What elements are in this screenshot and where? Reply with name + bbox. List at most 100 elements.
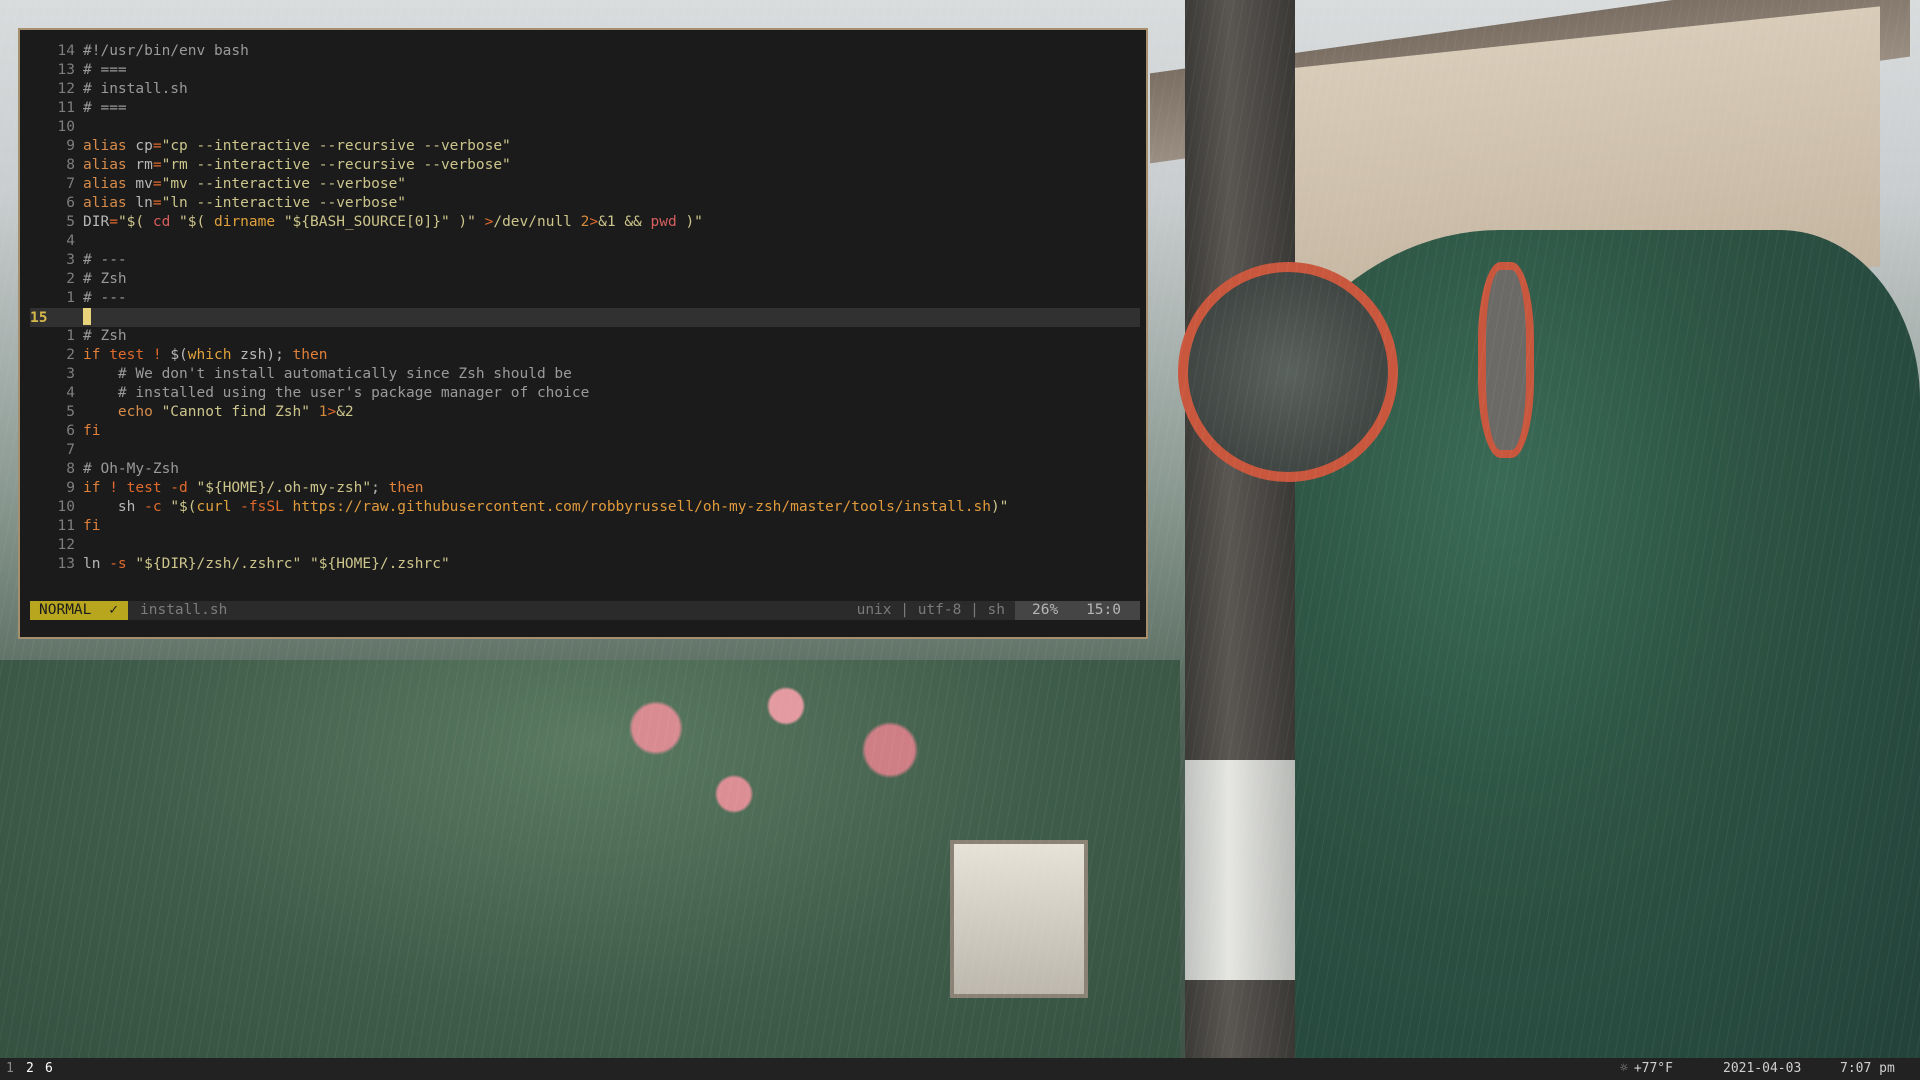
line-number: 1 [66,328,75,344]
code-token: /dev/null [493,214,581,230]
code-token: "$( [117,214,153,230]
code-line[interactable]: 1 # --- [30,289,127,308]
code-line[interactable]: 11 # === [30,99,127,118]
system-status-bar: 1 2 6 ☼ +77°F 2021-04-03 7:07 pm [0,1058,1920,1080]
line-code: # === [75,99,127,118]
line-code: ln -s "${DIR}/zsh/.zshrc" "${HOME}/.zshr… [75,555,450,574]
code-token: # Zsh [83,328,127,344]
mode-label: NORMAL [39,602,92,618]
terminal-window[interactable]: 14 #!/usr/bin/env bash 13 # === 12 # install.… [18,28,1148,639]
line-code: # installed using the user's package man… [75,384,589,403]
line-code: fi [75,517,100,536]
line-code: # --- [75,251,127,270]
code-token: ; [371,480,389,496]
line-number: 4 [66,385,75,401]
code-token: if [83,347,110,363]
code-token: "rm --interactive --recursive --verbose" [161,157,511,173]
code-token: test ! [109,347,171,363]
code-line[interactable]: 7 [30,441,83,460]
line-number: 4 [66,233,75,249]
code-token: # --- [83,252,127,268]
code-line[interactable]: 1 # Zsh [30,327,127,346]
line-code: if test ! $(which zsh); then [75,346,327,365]
sun-icon: ☼ [1620,1061,1628,1076]
check-icon: ✓ [109,602,118,618]
line-number: 5 [66,404,75,420]
workspace-1[interactable]: 1 [6,1058,14,1080]
code-token: "Cannot find Zsh" [161,404,319,420]
line-number: 12 [57,81,75,97]
code-line[interactable]: 10 sh -c "$(curl -fsSL https://raw.githu… [30,498,1009,517]
code-line[interactable]: 2 if test ! $(which zsh); then [30,346,327,365]
code-token: fi [83,518,101,534]
vim-editor-buffer[interactable]: 14 #!/usr/bin/env bash 13 # === 12 # install.… [30,42,1140,590]
workspace-2[interactable]: 2 [26,1058,34,1080]
code-token: echo [117,404,162,420]
code-line[interactable]: 10 [30,118,83,137]
code-line[interactable]: 11 fi [30,517,101,536]
line-number: 13 [57,62,75,78]
code-token: DIR [83,214,110,230]
code-line[interactable]: 4 [30,232,83,251]
line-code: DIR="$( cd "$( dirname "${BASH_SOURCE[0]… [75,213,703,232]
code-token: )" [990,499,1009,515]
code-line[interactable]: 13 ln -s "${DIR}/zsh/.zshrc" "${HOME}/.zs… [30,555,450,574]
line-code [75,308,91,328]
line-number: 2 [66,271,75,287]
code-line[interactable]: 7 alias mv="mv --interactive --verbose" [30,175,406,194]
code-token: dirname [213,214,276,230]
line-code: alias cp="cp --interactive --recursive -… [75,137,511,156]
file-percent: 26% [1032,602,1059,618]
code-token: &1 && [598,214,651,230]
code-token: alias [83,157,136,173]
code-token: curl [196,499,232,515]
line-code: # --- [75,289,127,308]
code-line[interactable]: 3 # --- [30,251,127,270]
code-line[interactable]: 12 [30,536,83,555]
code-token: ! test -d [109,480,197,496]
code-token: pwd [650,214,677,230]
code-token: = [152,176,162,192]
code-token: sh [83,499,145,515]
cursor-position: 26% 15:0 [1015,601,1140,620]
code-line-current[interactable]: 15 [30,308,1140,327]
code-token: # install.sh [83,81,188,97]
code-line[interactable]: 6 fi [30,422,100,441]
line-number: 8 [66,461,75,477]
code-token: "${HOME}/.oh-my-zsh" [196,480,372,496]
line-number: 7 [66,442,75,458]
code-line[interactable]: 9 alias cp="cp --interactive --recursive … [30,137,511,156]
code-line[interactable]: 6 alias ln="ln --interactive --verbose" [30,194,406,213]
line-code: #!/usr/bin/env bash [75,42,249,61]
line-number: 7 [66,176,75,192]
code-line[interactable]: 14 #!/usr/bin/env bash [30,42,249,61]
code-token: ln [83,556,110,572]
line-number: 3 [66,252,75,268]
code-line[interactable]: 8 alias rm="rm --interactive --recursive … [30,156,511,175]
code-line[interactable]: 5 echo "Cannot find Zsh" 1>&2 [30,403,354,422]
workspace-6[interactable]: 6 [45,1058,53,1080]
code-line[interactable]: 3 # We don't install automatically since… [30,365,572,384]
line-code: # install.sh [75,80,188,99]
code-token: "mv --interactive --verbose" [161,176,407,192]
code-line[interactable]: 13 # === [30,61,127,80]
code-line[interactable]: 2 # Zsh [30,270,126,289]
code-line[interactable]: 4 # installed using the user's package m… [30,384,589,403]
code-line[interactable]: 9 if ! test -d "${HOME}/.oh-my-zsh"; then [30,479,423,498]
line-number: 6 [66,195,75,211]
code-line[interactable]: 12 # install.sh [30,80,188,99]
code-token: # Oh-My-Zsh [83,461,180,477]
code-token: )" [676,214,703,230]
code-token: &2 [336,404,354,420]
line-number: 12 [57,537,75,553]
line-code: sh -c "$(curl -fsSL https://raw.githubus… [75,498,1009,517]
text-cursor [83,308,91,325]
code-token: # === [83,100,127,116]
code-token: "${BASH_SOURCE[0]}" )" [275,214,485,230]
line-number: 15 [30,310,48,326]
code-line[interactable]: 8 # Oh-My-Zsh [30,460,179,479]
code-line[interactable]: 5 DIR="$( cd "$( dirname "${BASH_SOURCE[0… [30,213,703,232]
line-code: fi [75,422,100,441]
line-number: 9 [66,138,75,154]
line-code: echo "Cannot find Zsh" 1>&2 [75,403,354,422]
